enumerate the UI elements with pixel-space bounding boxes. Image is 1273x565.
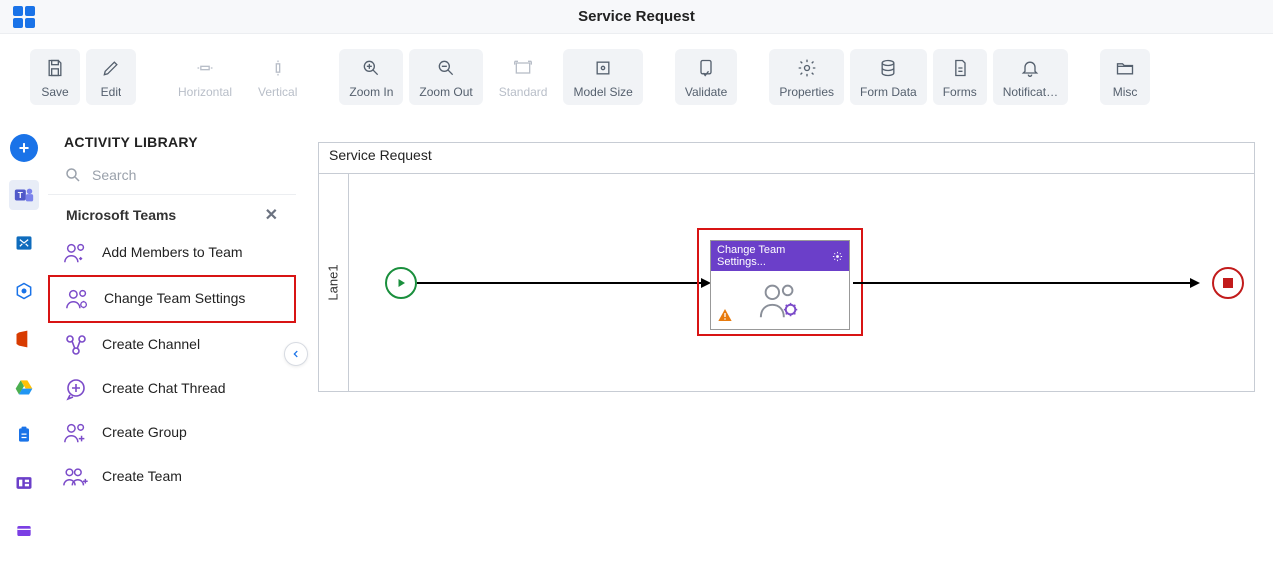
page-title: Service Request — [578, 8, 695, 25]
close-group-icon[interactable]: ✕ — [265, 205, 278, 225]
validate-button[interactable]: Validate — [675, 49, 737, 105]
save-button[interactable]: Save — [30, 49, 80, 105]
zoom-in-button[interactable]: Zoom In — [339, 49, 403, 105]
lib-item-create-group[interactable]: Create Group — [48, 411, 296, 455]
notifications-button[interactable]: Notificat… — [993, 49, 1068, 105]
align-horizontal-button: Horizontal — [168, 49, 242, 105]
search-icon — [64, 166, 82, 184]
edit-button[interactable]: Edit — [86, 49, 136, 105]
rail-sharepoint-icon[interactable] — [9, 276, 39, 306]
activity-gear-icon[interactable] — [832, 251, 843, 262]
edge — [417, 282, 709, 284]
rail-exchange-icon[interactable] — [9, 228, 39, 258]
lib-item-add-members[interactable]: Add Members to Team — [48, 231, 296, 275]
activity-change-team-settings[interactable]: Change Team Settings... — [710, 240, 850, 330]
document-icon — [949, 57, 971, 79]
align-horizontal-icon — [194, 57, 216, 79]
rail-drive-icon[interactable] — [9, 372, 39, 402]
rail-teams-icon[interactable]: T — [9, 180, 39, 210]
search-input[interactable] — [92, 167, 280, 183]
model-size-icon — [592, 57, 614, 79]
model-size-button[interactable]: Model Size — [563, 49, 642, 105]
chat-plus-icon — [62, 375, 90, 403]
toolbar: Save Edit Horizontal Vertical Zoom In Zo… — [0, 34, 1273, 120]
svg-text:T: T — [18, 191, 23, 200]
canvas-title: Service Request — [329, 147, 432, 163]
gear-icon — [796, 57, 818, 79]
app-logo-icon[interactable] — [10, 3, 38, 31]
misc-button[interactable]: Misc — [1100, 49, 1150, 105]
zoom-out-button[interactable]: Zoom Out — [409, 49, 482, 105]
properties-button[interactable]: Properties — [769, 49, 844, 105]
add-button[interactable]: + — [10, 134, 38, 162]
arrowhead-icon — [1190, 278, 1200, 288]
app-rail: + T — [0, 120, 48, 565]
database-icon — [877, 57, 899, 79]
app-header: Service Request — [0, 0, 1273, 34]
activity-title: Change Team Settings... — [717, 244, 832, 268]
align-vertical-icon — [267, 57, 289, 79]
team-plus-icon — [62, 463, 90, 491]
end-node[interactable] — [1212, 267, 1244, 299]
align-vertical-button: Vertical — [248, 49, 307, 105]
zoom-in-icon — [360, 57, 382, 79]
canvas-area: Service Request Lane1 Change Team Settin… — [296, 120, 1273, 565]
rail-layout-icon[interactable] — [9, 468, 39, 498]
activity-body-icon — [757, 280, 803, 320]
edge — [853, 282, 1198, 284]
start-node[interactable] — [385, 267, 417, 299]
lib-item-change-team-settings[interactable]: Change Team Settings — [48, 275, 296, 323]
form-data-button[interactable]: Form Data — [850, 49, 927, 105]
channel-icon — [62, 331, 90, 359]
lib-item-create-chat-thread[interactable]: Create Chat Thread — [48, 367, 296, 411]
rail-misc-icon[interactable] — [9, 516, 39, 546]
zoom-standard-button: Standard — [489, 49, 558, 105]
activity-library-sidebar: ACTIVITY LIBRARY Microsoft Teams ✕ Add M… — [48, 120, 296, 565]
sidebar-title: ACTIVITY LIBRARY — [48, 134, 296, 160]
save-icon — [44, 57, 66, 79]
process-canvas[interactable]: Service Request Lane1 Change Team Settin… — [318, 142, 1255, 392]
fit-screen-icon — [512, 57, 534, 79]
group-add-icon — [62, 239, 90, 267]
edit-icon — [100, 57, 122, 79]
lib-item-create-team[interactable]: Create Team — [48, 455, 296, 499]
library-group-header: Microsoft Teams ✕ — [48, 195, 296, 231]
group-plus-icon — [62, 419, 90, 447]
lane-header[interactable]: Lane1 — [319, 173, 349, 391]
rail-office-icon[interactable] — [9, 324, 39, 354]
warning-icon — [717, 307, 733, 323]
folder-icon — [1114, 57, 1136, 79]
bell-icon — [1019, 57, 1041, 79]
validate-icon — [695, 57, 717, 79]
rail-clipboard-icon[interactable] — [9, 420, 39, 450]
lib-item-create-channel[interactable]: Create Channel — [48, 323, 296, 367]
collapse-sidebar-button[interactable] — [284, 342, 308, 366]
group-gear-icon — [64, 285, 92, 313]
zoom-out-icon — [435, 57, 457, 79]
forms-button[interactable]: Forms — [933, 49, 987, 105]
